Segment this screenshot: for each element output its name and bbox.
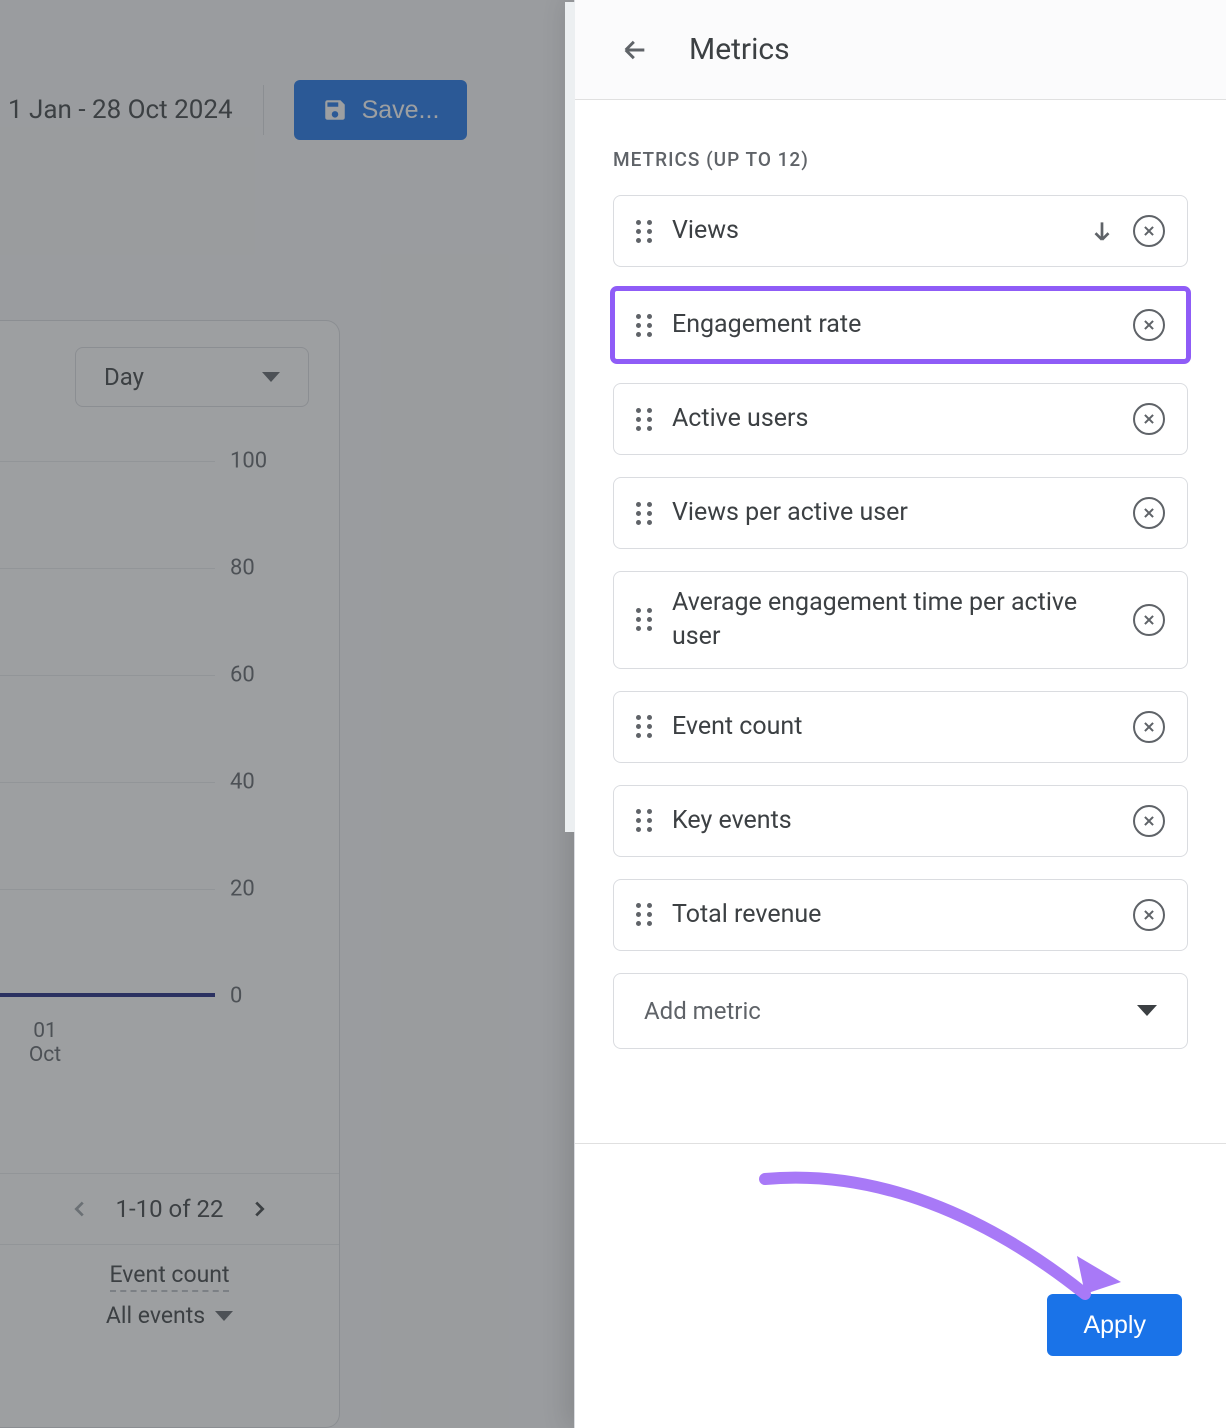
x-tick: 01Oct (10, 1019, 80, 1067)
add-metric-label: Add metric (644, 997, 761, 1025)
event-count-section: Event count All events (0, 1261, 339, 1329)
granularity-select[interactable]: Day (75, 347, 309, 407)
drag-handle-icon[interactable] (634, 220, 654, 243)
close-icon (1142, 814, 1156, 828)
metric-row[interactable]: Views per active user (613, 477, 1188, 549)
report-background: 1 Jan - 28 Oct 2024 Save... Day 100 80 6… (0, 0, 574, 1428)
remove-metric-button[interactable] (1133, 309, 1165, 341)
y-tick: 100 (230, 449, 267, 474)
drag-handle-icon[interactable] (634, 903, 654, 926)
gridline (0, 889, 215, 890)
drag-handle-icon[interactable] (634, 715, 654, 738)
report-toolbar: 1 Jan - 28 Oct 2024 Save... (0, 70, 574, 150)
metrics-list: Views Engagement rate Active users Views pe… (613, 195, 1188, 951)
y-tick: 40 (230, 770, 255, 795)
remove-metric-button[interactable] (1133, 215, 1165, 247)
metric-row[interactable]: Engagement rate (613, 289, 1188, 361)
metric-row[interactable]: Active users (613, 383, 1188, 455)
pager-label: 1-10 of 22 (115, 1195, 223, 1223)
chart-card: Day 100 80 60 40 20 0 01Oct 1-10 of (0, 320, 340, 1428)
event-count-header: Event count (110, 1261, 230, 1292)
metric-row[interactable]: Event count (613, 691, 1188, 763)
metric-row[interactable]: Views (613, 195, 1188, 267)
chart-series-line (0, 993, 215, 997)
metric-row[interactable]: Key events (613, 785, 1188, 857)
granularity-label: Day (104, 363, 144, 391)
y-tick: 20 (230, 877, 255, 902)
arrow-left-icon (621, 32, 649, 68)
save-button-label: Save... (362, 96, 440, 125)
add-metric-button[interactable]: Add metric (613, 973, 1188, 1049)
metric-label: Key events (672, 804, 1115, 838)
drag-handle-icon[interactable] (634, 608, 654, 631)
save-button[interactable]: Save... (294, 80, 468, 140)
metric-label: Views per active user (672, 496, 1115, 530)
back-button[interactable] (615, 30, 655, 70)
chevron-down-icon (215, 1311, 233, 1321)
chevron-down-icon (1137, 1005, 1157, 1016)
close-icon (1142, 318, 1156, 332)
chart-area: 100 80 60 40 20 0 01Oct (0, 451, 300, 1021)
panel-header: Metrics (575, 0, 1226, 100)
scrollbar-track[interactable] (565, 2, 575, 832)
remove-metric-button[interactable] (1133, 497, 1165, 529)
gridline (0, 568, 215, 569)
event-filter-select[interactable]: All events (106, 1302, 233, 1329)
remove-metric-button[interactable] (1133, 805, 1165, 837)
metrics-section-label: METRICS (UP TO 12) (613, 148, 1188, 171)
gridline (0, 461, 215, 462)
drag-handle-icon[interactable] (634, 408, 654, 431)
y-tick: 0 (230, 984, 242, 1009)
divider (263, 85, 264, 135)
save-icon (322, 97, 348, 123)
drag-handle-icon[interactable] (634, 314, 654, 337)
metric-label: Views (672, 214, 1065, 248)
gridline (0, 782, 215, 783)
panel-title: Metrics (689, 32, 790, 67)
sort-descending-icon[interactable] (1089, 218, 1115, 244)
close-icon (1142, 506, 1156, 520)
metric-label: Average engagement time per active user (672, 586, 1115, 654)
metric-row[interactable]: Average engagement time per active user (613, 571, 1188, 669)
metric-label: Active users (672, 402, 1115, 436)
panel-footer: Apply (575, 1143, 1226, 1428)
close-icon (1142, 720, 1156, 734)
metrics-panel: Metrics METRICS (UP TO 12) Views Engageme… (574, 0, 1226, 1428)
metric-label: Total revenue (672, 898, 1115, 932)
close-icon (1142, 613, 1156, 627)
close-icon (1142, 908, 1156, 922)
remove-metric-button[interactable] (1133, 403, 1165, 435)
close-icon (1142, 412, 1156, 426)
pager-prev-button[interactable] (69, 1198, 91, 1220)
drag-handle-icon[interactable] (634, 502, 654, 525)
gridline (0, 675, 215, 676)
y-tick: 60 (230, 663, 255, 688)
remove-metric-button[interactable] (1133, 899, 1165, 931)
chevron-down-icon (262, 372, 280, 382)
table-pager: 1-10 of 22 (0, 1173, 339, 1245)
close-icon (1142, 224, 1156, 238)
metric-row[interactable]: Total revenue (613, 879, 1188, 951)
date-range[interactable]: 1 Jan - 28 Oct 2024 (8, 95, 233, 125)
panel-body: METRICS (UP TO 12) Views Engagement rate A… (575, 100, 1226, 1143)
pager-next-button[interactable] (248, 1198, 270, 1220)
metric-label: Event count (672, 710, 1115, 744)
event-filter-label: All events (106, 1302, 205, 1329)
remove-metric-button[interactable] (1133, 711, 1165, 743)
metric-label: Engagement rate (672, 308, 1115, 342)
y-tick: 80 (230, 556, 255, 581)
drag-handle-icon[interactable] (634, 809, 654, 832)
remove-metric-button[interactable] (1133, 604, 1165, 636)
apply-button[interactable]: Apply (1047, 1294, 1182, 1356)
